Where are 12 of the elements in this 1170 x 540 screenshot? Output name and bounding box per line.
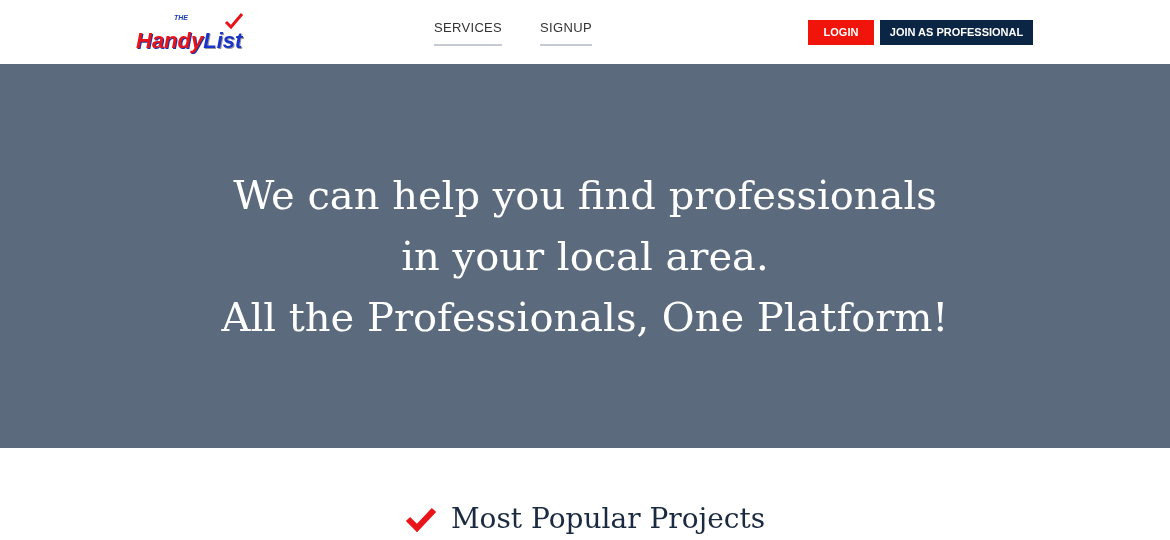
logo-text: Handy [136, 30, 204, 52]
hero-headline: All the Professionals, One Platform! [221, 292, 949, 342]
nav-link[interactable]: SERVICES [434, 18, 503, 46]
section-title: Most Popular Projects [450, 502, 766, 536]
join-button[interactable]: JOIN AS PROFESSIONAL [880, 19, 1033, 45]
login-button[interactable]: LOGIN [808, 19, 874, 45]
logo-text: List [203, 30, 243, 52]
hero-headline: in your local area. [401, 231, 769, 281]
checkmark-icon [224, 12, 244, 30]
checkmark-icon [404, 506, 437, 532]
hero-headline: We can help you find professionals [233, 170, 937, 220]
nav-link[interactable]: SIGNUP [540, 18, 592, 46]
